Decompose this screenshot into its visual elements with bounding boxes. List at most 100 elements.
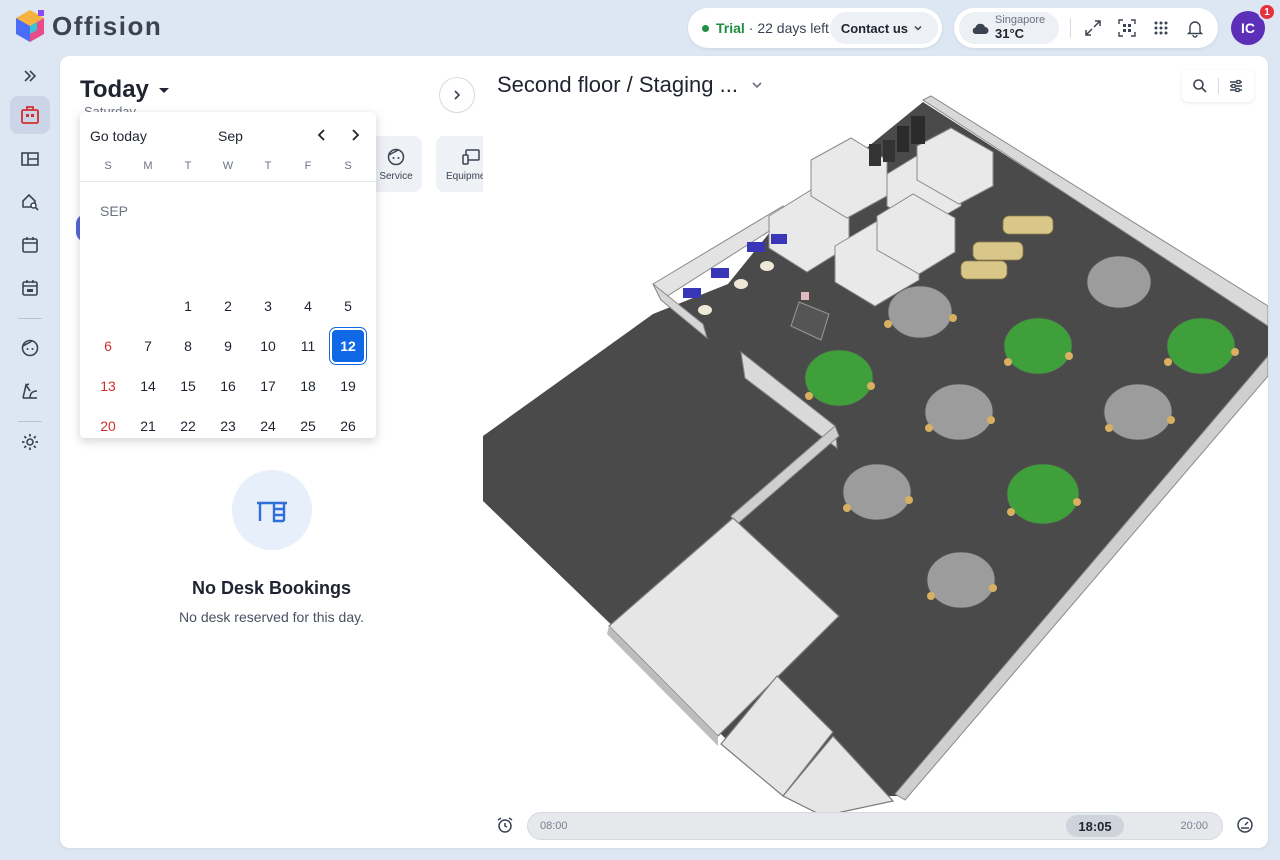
speed-gauge-icon[interactable] [1236,816,1254,834]
calendar-day[interactable]: 9 [210,328,246,364]
desk-icon-circle [231,470,312,550]
notification-badge: 1 [1258,3,1276,21]
date-picker-toggle[interactable]: Today [80,76,171,104]
empty-subtitle: No desk reserved for this day. [179,609,364,625]
floor-selector[interactable]: Second floor / Staging ... [497,72,764,98]
calendar-day-selected[interactable]: 12 [330,328,366,364]
face-icon [21,339,39,357]
service-icon [387,148,405,165]
chevron-down-icon [752,82,762,89]
weekday-label: T [264,160,272,172]
calendar-day[interactable]: 14 [130,368,166,404]
offision-logo-icon [16,10,44,42]
calendar-day[interactable]: 3 [250,288,286,324]
next-month-icon[interactable] [346,126,364,144]
prev-month-icon[interactable] [313,126,331,144]
calendar-month: Sep [218,128,243,144]
nav-settings[interactable] [10,423,50,461]
calendar-icon [22,237,38,253]
calendar-day[interactable]: 17 [250,368,286,404]
apps-grid-icon[interactable] [1151,18,1171,38]
nav-floorplan[interactable] [10,140,50,178]
alarm-clock-icon[interactable] [496,816,514,834]
calendar-day[interactable]: 22 [170,408,206,444]
weather-widget[interactable]: Singapore 31°C [959,12,1059,44]
calendar-day[interactable]: 2 [210,288,246,324]
category-label: Service [379,170,413,182]
cloud-icon [972,23,989,34]
calendar-day[interactable]: 20 [90,408,126,444]
main-panel: Today Saturday Service Equipment No Desk… [60,56,1268,848]
calendar-day[interactable]: 5 [330,288,366,324]
contact-us-label: Contact us [840,20,908,36]
trial-status: Trial · 22 days left Contact us [688,8,942,48]
nav-bookings[interactable] [10,269,50,307]
chevron-right-icon [454,90,461,100]
calendar-month-section: SEP [100,203,129,219]
calendar-day[interactable]: 13 [90,368,126,404]
calendar-day[interactable]: 4 [290,288,326,324]
floorplan-icon [21,152,39,166]
nav-calendar[interactable] [10,226,50,264]
calendar-popup: Go today Sep S M T W T F S SEP 1 2 3 4 5… [80,112,376,438]
expand-sidebar-button[interactable] [10,57,50,95]
chevron-down-icon [914,25,922,31]
fullscreen-icon[interactable] [1083,18,1103,38]
calendar-day[interactable]: 10 [250,328,286,364]
nav-divider [18,318,42,319]
calendar-day[interactable]: 23 [210,408,246,444]
office-icon [21,106,39,124]
nav-search-space[interactable] [10,183,50,221]
category-service[interactable]: Service [370,136,422,192]
calendar-day[interactable]: 1 [170,288,206,324]
weekday-label: F [304,160,312,172]
next-day-button[interactable] [439,77,475,113]
calendar-day[interactable]: 19 [330,368,366,404]
calendar-day[interactable]: 25 [290,408,326,444]
booking-pane: Today Saturday Service Equipment No Desk… [60,56,496,848]
date-title: Today [80,76,149,103]
bell-icon[interactable] [1185,18,1205,38]
trial-label: Trial [716,20,745,36]
floor-map[interactable]: Second floor / Staging ... 08:00 18:05 2… [483,56,1268,848]
calendar-day[interactable]: 11 [290,328,326,364]
divider [1218,78,1219,94]
nav-office[interactable] [10,96,50,134]
floor-3d-view[interactable] [483,56,1268,848]
empty-title: No Desk Bookings [191,578,352,598]
calendar-day[interactable]: 15 [170,368,206,404]
equipment-icon [462,148,480,165]
weekday-label: T [184,160,192,172]
trial-dot [702,24,709,32]
calendar-check-icon [22,280,38,296]
weekday-label: S [344,160,352,172]
time-slider[interactable]: 08:00 18:05 20:00 [527,812,1223,840]
nav-visitors[interactable] [10,329,50,367]
qr-scan-icon[interactable] [1117,18,1137,38]
calendar-day[interactable]: 8 [170,328,206,364]
caret-down-icon [158,88,169,93]
calendar-day[interactable]: 18 [290,368,326,404]
floor-title: Second floor / Staging ... [497,72,738,97]
timeline-current-time[interactable]: 18:05 [1066,815,1124,837]
calendar-day[interactable]: 26 [330,408,366,444]
calendar-day[interactable]: 6 [90,328,126,364]
go-today-button[interactable]: Go today [90,128,147,144]
calendar-day[interactable]: 7 [130,328,166,364]
calendar-day[interactable]: 24 [250,408,286,444]
divider [1070,18,1071,38]
app-name: Offision [52,10,163,41]
search-icon[interactable] [1192,78,1208,94]
weekday-label: M [143,160,153,172]
contact-us-button[interactable]: Contact us [829,12,938,44]
calendar-day[interactable]: 21 [130,408,166,444]
desk-icon [256,501,287,523]
app-logo[interactable]: Offision [14,8,162,44]
gear-icon [22,434,38,450]
map-toolbar [1182,70,1254,102]
calendar-day[interactable]: 16 [210,368,246,404]
nav-facilities[interactable] [10,372,50,410]
facility-icon [22,383,38,399]
filter-sliders-icon[interactable] [1228,78,1244,94]
weekday-label: S [104,160,112,172]
